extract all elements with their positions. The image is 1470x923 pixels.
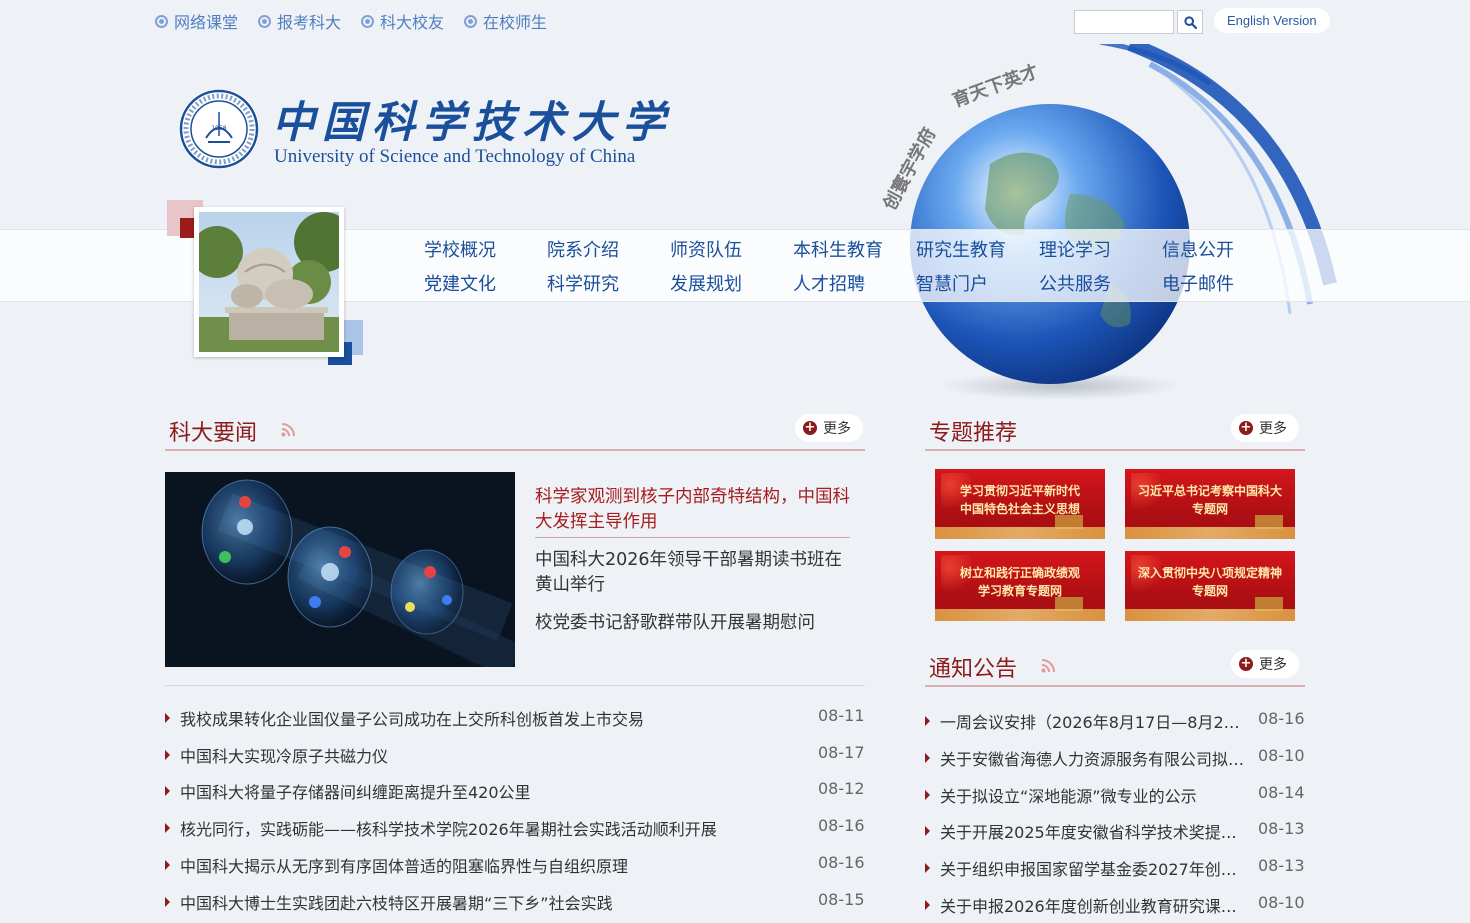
news-headline-featured[interactable]: 科学家观测到核子内部奇特结构，中国科大发挥主导作用 bbox=[535, 485, 850, 538]
section-divider bbox=[925, 685, 1305, 687]
plus-circle-icon: + bbox=[803, 420, 817, 435]
notice-list-item[interactable]: 关于组织申报国家留学基金委2027年创新型人才项目的通知 bbox=[925, 856, 1245, 880]
campus-photo[interactable] bbox=[194, 207, 344, 357]
notice-date: 08-10 bbox=[1258, 746, 1305, 765]
top-link-alumni[interactable]: 科大校友 bbox=[361, 9, 444, 33]
search-input[interactable] bbox=[1074, 10, 1174, 34]
search-icon bbox=[1183, 15, 1197, 29]
news-headline[interactable]: 中国科大2026年领导干部暑期读书班在黄山举行 bbox=[535, 548, 850, 598]
plus-circle-icon: + bbox=[1239, 656, 1253, 671]
news-date: 08-17 bbox=[818, 743, 865, 762]
notice-date: 08-13 bbox=[1258, 819, 1305, 838]
notice-list-item[interactable]: 关于开展2025年度安徽省科学技术奖提名工作的通知 bbox=[925, 819, 1245, 843]
nav-graduate[interactable]: 研究生教育 bbox=[916, 236, 1039, 262]
svg-text:1958: 1958 bbox=[211, 125, 226, 132]
triangle-bullet-icon bbox=[165, 786, 170, 796]
triangle-bullet-icon bbox=[165, 897, 170, 907]
news-list-item[interactable]: 中国科大博士生实践团赴六枝特区开展暑期“三下乡”社会实践 bbox=[165, 890, 805, 914]
notice-date: 08-10 bbox=[1258, 893, 1305, 912]
news-date: 08-15 bbox=[818, 890, 865, 909]
news-more-button[interactable]: + 更多 bbox=[795, 414, 863, 442]
nav-research[interactable]: 科学研究 bbox=[547, 270, 670, 296]
triangle-bullet-icon bbox=[925, 826, 930, 836]
notice-list-item[interactable]: 一周会议安排（2026年8月17日—8月21日） bbox=[925, 709, 1245, 733]
circle-dot-icon bbox=[464, 14, 478, 28]
topic-banner[interactable]: 习近平总书记考察中国科大 专题网 bbox=[1125, 469, 1295, 539]
nucleon-structure-image bbox=[165, 472, 515, 667]
notice-list-item[interactable]: 关于安徽省海德人力资源服务有限公司拟录用人员的公示 bbox=[925, 746, 1245, 770]
news-section-title: 科大要闻 bbox=[169, 421, 258, 446]
topics-section-title: 专题推荐 bbox=[929, 421, 1018, 446]
news-list-item[interactable]: 中国科大将量子存储器间纠缠距离提升至420公里 bbox=[165, 779, 805, 803]
news-date: 08-12 bbox=[818, 779, 865, 798]
triangle-bullet-icon bbox=[165, 750, 170, 760]
topic-banner[interactable]: 深入贯彻中央八项规定精神 专题网 bbox=[1125, 551, 1295, 621]
notice-list-item[interactable]: 关于申报2026年度创新创业教育研究课题的通知 bbox=[925, 893, 1245, 917]
news-date: 08-11 bbox=[818, 706, 865, 725]
topic-banner[interactable]: 树立和践行正确政绩观 学习教育专题网 bbox=[935, 551, 1105, 621]
notices-section-title: 通知公告 bbox=[929, 657, 1018, 682]
news-list-item[interactable]: 核光同行，实践砺能——核科学技术学院2026年暑期社会实践活动顺利开展 bbox=[165, 816, 805, 840]
university-name-chinese: 中国科学技术大学 bbox=[272, 98, 672, 148]
triangle-bullet-icon bbox=[165, 713, 170, 723]
news-date: 08-16 bbox=[818, 853, 865, 872]
nav-development-planning[interactable]: 发展规划 bbox=[670, 270, 793, 296]
english-version-link[interactable]: English Version bbox=[1214, 8, 1330, 33]
news-headline[interactable]: 校党委书记舒歌群带队开展暑期慰问 bbox=[535, 611, 850, 636]
triangle-bullet-icon bbox=[165, 823, 170, 833]
notice-date: 08-14 bbox=[1258, 783, 1305, 802]
circle-dot-icon bbox=[155, 14, 168, 28]
nav-smart-portal[interactable]: 智慧门户 bbox=[916, 270, 1039, 296]
university-emblem-icon[interactable]: 1958 bbox=[178, 88, 260, 170]
nav-party-culture[interactable]: 党建文化 bbox=[424, 270, 547, 296]
topic-banner[interactable]: 学习贯彻习近平新时代 中国特色社会主义思想 bbox=[935, 469, 1105, 539]
notices-more-button[interactable]: + 更多 bbox=[1231, 650, 1299, 678]
triangle-bullet-icon bbox=[925, 863, 930, 873]
nav-email[interactable]: 电子邮件 bbox=[1162, 270, 1285, 296]
notice-date: 08-16 bbox=[1258, 709, 1305, 728]
nav-undergraduate[interactable]: 本科生教育 bbox=[793, 236, 916, 262]
top-link-admission[interactable]: 报考科大 bbox=[258, 9, 341, 33]
main-nav: 学校概况 院系介绍 师资队伍 本科生教育 研究生教育 理论学习 信息公开 党建文… bbox=[424, 236, 1285, 296]
plus-circle-icon: + bbox=[1239, 420, 1253, 435]
top-link-online-class[interactable]: 网络课堂 bbox=[155, 9, 238, 33]
rss-icon[interactable] bbox=[1041, 659, 1055, 673]
campus-sculpture-image bbox=[199, 212, 339, 352]
news-separator bbox=[165, 685, 865, 686]
triangle-bullet-icon bbox=[925, 900, 930, 910]
section-divider bbox=[925, 449, 1305, 451]
triangle-bullet-icon bbox=[925, 753, 930, 763]
triangle-bullet-icon bbox=[165, 860, 170, 870]
section-divider bbox=[165, 449, 865, 451]
topics-more-button[interactable]: + 更多 bbox=[1231, 414, 1299, 442]
rss-icon[interactable] bbox=[281, 423, 295, 437]
nav-public-services[interactable]: 公共服务 bbox=[1039, 270, 1162, 296]
circle-dot-icon bbox=[361, 14, 375, 28]
circle-dot-icon bbox=[258, 14, 272, 28]
notice-list-item[interactable]: 关于拟设立“深地能源”微专业的公示 bbox=[925, 783, 1245, 807]
nav-theory-study[interactable]: 理论学习 bbox=[1039, 236, 1162, 262]
nav-recruitment[interactable]: 人才招聘 bbox=[793, 270, 916, 296]
nav-school-overview[interactable]: 学校概况 bbox=[424, 236, 547, 262]
nav-faculty[interactable]: 师资队伍 bbox=[670, 236, 793, 262]
news-feature-image[interactable] bbox=[165, 472, 515, 667]
news-list-item[interactable]: 中国科大实现冷原子共磁力仪 bbox=[165, 743, 805, 767]
top-links: 网络课堂 报考科大 科大校友 在校师生 bbox=[155, 9, 547, 33]
university-name-english: University of Science and Technology of … bbox=[274, 146, 636, 167]
top-link-students-staff[interactable]: 在校师生 bbox=[464, 9, 547, 33]
notice-date: 08-13 bbox=[1258, 856, 1305, 875]
news-list-item[interactable]: 中国科大揭示从无序到有序固体普适的阻塞临界性与自组织原理 bbox=[165, 853, 805, 877]
nav-departments[interactable]: 院系介绍 bbox=[547, 236, 670, 262]
search-button[interactable] bbox=[1177, 10, 1203, 34]
news-date: 08-16 bbox=[818, 816, 865, 835]
news-list-item[interactable]: 我校成果转化企业国仪量子公司成功在上交所科创板首发上市交易 bbox=[165, 706, 805, 730]
nav-information-disclosure[interactable]: 信息公开 bbox=[1162, 236, 1285, 262]
triangle-bullet-icon bbox=[925, 790, 930, 800]
triangle-bullet-icon bbox=[925, 716, 930, 726]
